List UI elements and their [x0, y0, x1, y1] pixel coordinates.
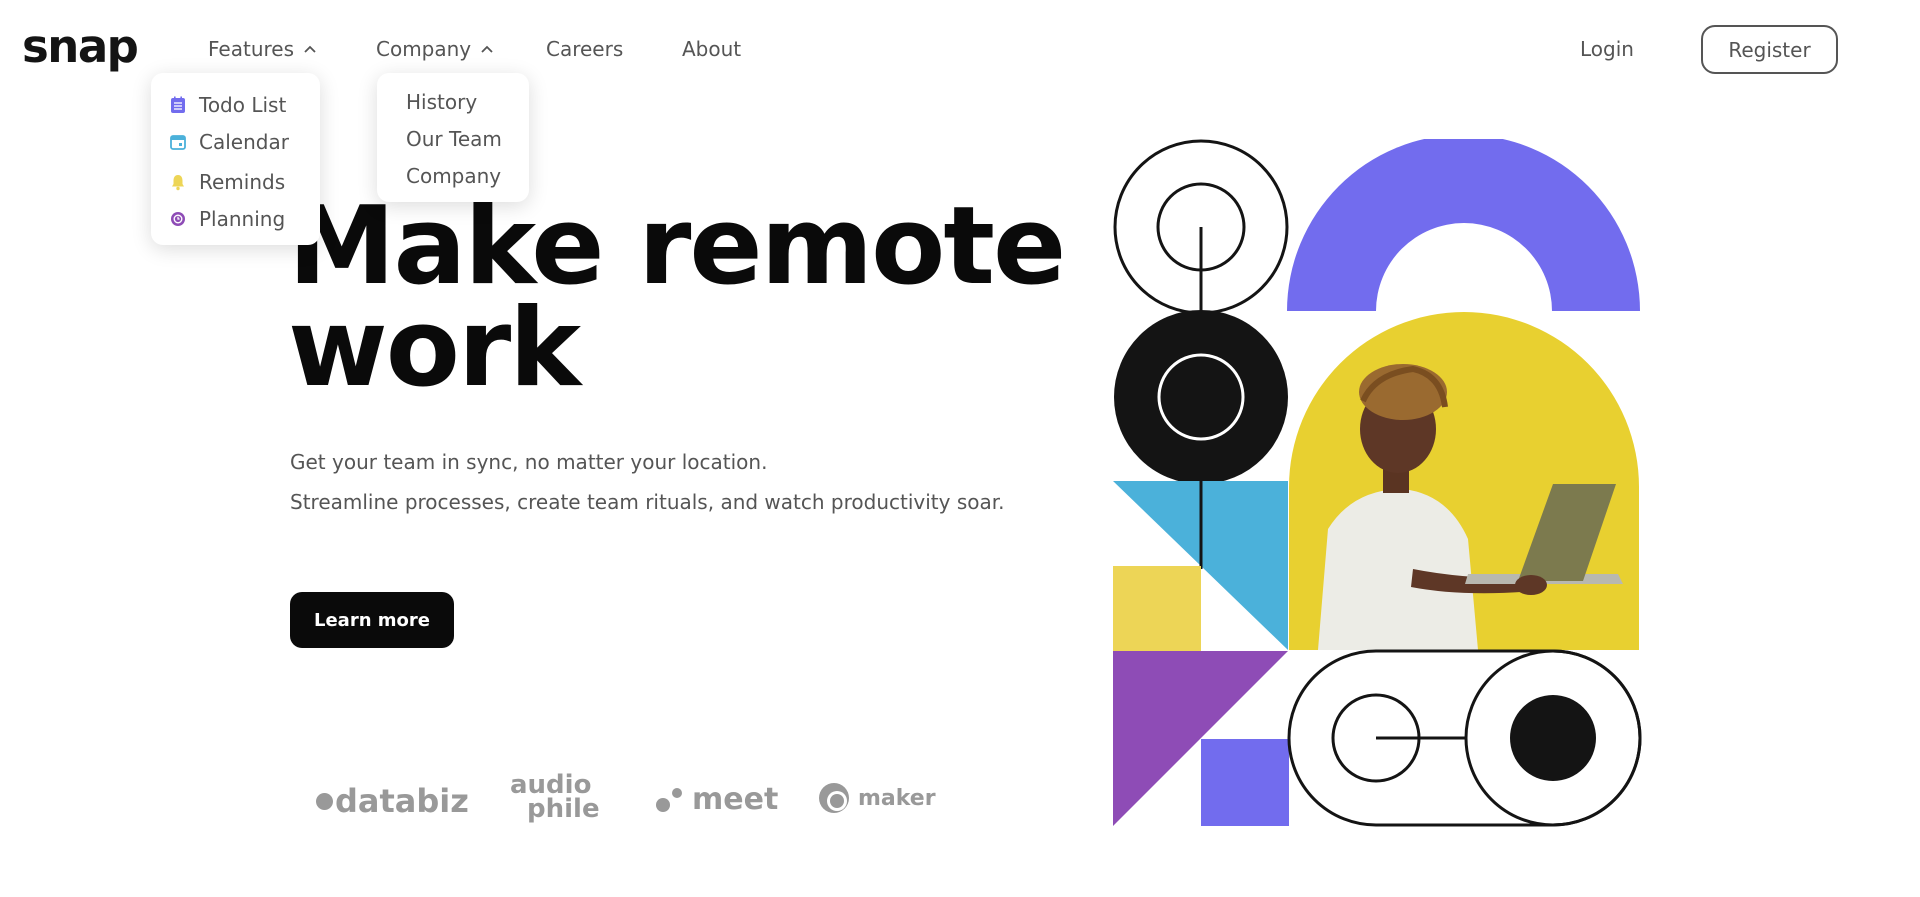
hero-subtitle-line2: Streamline processes, create team ritual… — [290, 490, 1005, 514]
todo-icon — [171, 96, 185, 113]
company-item-history[interactable]: History — [406, 90, 477, 114]
features-item-planning[interactable]: Planning — [169, 207, 285, 231]
nav-company-label: Company — [376, 37, 472, 61]
meet-wordmark: meet — [692, 782, 779, 817]
features-item-label: Planning — [199, 207, 286, 231]
purple-arch-shape — [1287, 139, 1640, 311]
hero-title-line2: work — [288, 286, 581, 411]
yellow-square-shape — [1113, 566, 1201, 651]
calendar-icon — [170, 135, 186, 150]
databiz-wordmark: databiz — [335, 782, 469, 820]
planning-icon — [171, 212, 185, 226]
meet-dots-icon — [656, 787, 682, 812]
features-item-label: Todo List — [199, 93, 287, 117]
databiz-dot-icon — [316, 792, 333, 810]
client-logo-maker: maker — [818, 782, 936, 814]
client-logo-meet: meet — [654, 782, 778, 817]
features-dropdown: Todo List Calendar Reminds Planning — [151, 73, 320, 245]
features-item-label: Calendar — [199, 130, 289, 154]
bell-icon — [172, 175, 184, 191]
login-button[interactable]: Login — [1580, 37, 1634, 61]
logo[interactable]: snap — [22, 20, 139, 73]
purple-square-shape — [1201, 739, 1289, 826]
nav-about[interactable]: About — [682, 37, 741, 61]
register-button[interactable]: Register — [1701, 25, 1838, 74]
client-logo-databiz: databiz — [316, 782, 469, 820]
maker-logo-icon — [819, 783, 849, 813]
features-item-reminds[interactable]: Reminds — [169, 170, 285, 194]
maker-wordmark: maker — [858, 785, 936, 811]
company-item-label: Our Team — [406, 127, 502, 151]
toggle-pill-shape — [1287, 649, 1642, 827]
nav-company[interactable]: Company — [376, 37, 493, 61]
nav-careers[interactable]: Careers — [546, 37, 623, 61]
nav-features[interactable]: Features — [208, 37, 316, 61]
features-item-calendar[interactable]: Calendar — [169, 130, 289, 154]
concentric-circle-shape — [1113, 139, 1289, 315]
nav-about-label: About — [682, 37, 742, 61]
company-item-label: Company — [406, 164, 502, 188]
hero-subtitle-line1: Get your team in sync, no matter your lo… — [290, 450, 768, 474]
nav-features-label: Features — [208, 37, 294, 61]
company-item-our-team[interactable]: Our Team — [406, 127, 502, 151]
company-item-company[interactable]: Company — [406, 164, 501, 188]
person-with-laptop-photo — [1289, 312, 1639, 650]
chevron-up-icon — [481, 45, 493, 53]
audiophile-line2: phile — [527, 794, 600, 824]
chevron-up-icon — [304, 45, 316, 53]
company-dropdown: History Our Team Company — [377, 73, 529, 202]
features-item-todo[interactable]: Todo List — [169, 93, 286, 117]
learn-more-button[interactable]: Learn more — [290, 592, 454, 648]
black-circle-shape — [1114, 310, 1288, 484]
client-logo-audiophile: audio phile — [510, 772, 600, 824]
company-item-label: History — [406, 90, 478, 114]
hero-title: Make remote work — [288, 193, 1066, 403]
nav-careers-label: Careers — [546, 37, 624, 61]
hero-illustration — [1113, 139, 1642, 827]
features-item-label: Reminds — [199, 170, 286, 194]
